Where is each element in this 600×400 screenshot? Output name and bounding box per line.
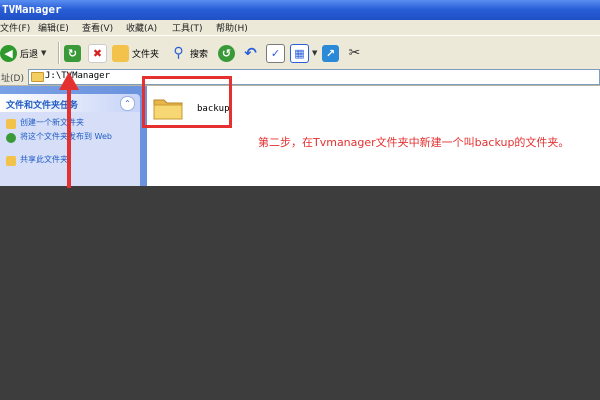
menu-edit[interactable]: 编辑(E): [38, 21, 69, 34]
search-icon: ⚲: [173, 45, 184, 61]
toolbar: ◀ 后退 ▼ ↻ ✖ 文件夹 ⚲ 搜索 ↺ ↶ ✓ ▦ ▼ ↗ ✂: [0, 35, 600, 70]
move-to-button[interactable]: ↗: [322, 42, 339, 64]
refresh-button[interactable]: ↻: [64, 42, 81, 64]
share-folder-icon: [6, 156, 16, 166]
folders-label: 文件夹: [132, 49, 160, 60]
title-bar[interactable]: TVManager: [0, 0, 600, 20]
folder-icon: [31, 72, 44, 82]
new-folder-icon: [6, 119, 16, 129]
menu-tools[interactable]: 工具(T): [172, 21, 203, 34]
menu-help[interactable]: 帮助(H): [216, 21, 248, 34]
search-button[interactable]: ⚲ 搜索: [170, 42, 208, 64]
chevron-down-icon: ▼: [41, 49, 47, 57]
step-annotation: 第二步，在Tvmanager文件夹中新建一个叫backup的文件夹。: [258, 136, 570, 149]
views-dropdown-icon: ▼: [312, 49, 318, 57]
views-button[interactable]: ▦ ▼: [290, 42, 317, 64]
move-to-icon: ↗: [322, 44, 339, 62]
window-title: TVManager: [2, 3, 62, 16]
address-bar: 址(D) J:\TVManager: [0, 68, 600, 86]
undo-icon: ↶: [244, 44, 257, 62]
refresh-icon: ↻: [64, 44, 81, 62]
highlight-box: [142, 76, 232, 128]
folders-icon: [112, 44, 129, 62]
views-icon: ▦: [290, 43, 309, 63]
cut-button[interactable]: ✂: [346, 42, 363, 64]
scissors-icon: ✂: [348, 45, 361, 61]
back-arrow-icon: ◀: [0, 44, 17, 62]
undo-button[interactable]: ↶: [242, 42, 259, 64]
properties-icon: ✓: [266, 43, 285, 63]
menu-favorites[interactable]: 收藏(A): [126, 21, 157, 34]
folders-button[interactable]: 文件夹: [112, 42, 159, 64]
toolbar-separator: [58, 42, 60, 64]
properties-button[interactable]: ✓: [266, 42, 285, 64]
back-label: 后退: [20, 49, 39, 60]
menu-file[interactable]: 文件(F): [0, 21, 30, 34]
history-button[interactable]: ↺: [218, 42, 235, 64]
explorer-window: TVManager 文件(F) 编辑(E) 查看(V) 收藏(A) 工具(T) …: [0, 0, 600, 186]
menu-bar: 文件(F) 编辑(E) 查看(V) 收藏(A) 工具(T) 帮助(H): [0, 20, 600, 35]
stop-icon: ✖: [88, 43, 107, 63]
collapse-icon[interactable]: ⌃: [120, 96, 135, 111]
menu-view[interactable]: 查看(V): [82, 21, 113, 34]
back-button[interactable]: ◀ 后退 ▼: [0, 42, 46, 64]
search-label: 搜索: [190, 49, 209, 60]
stop-button[interactable]: ✖: [88, 42, 107, 64]
red-arrow-icon: [59, 72, 79, 188]
address-label: 址(D): [1, 74, 24, 84]
history-icon: ↺: [218, 44, 235, 62]
publish-web-icon: [6, 133, 16, 143]
address-input[interactable]: J:\TVManager: [28, 69, 600, 85]
